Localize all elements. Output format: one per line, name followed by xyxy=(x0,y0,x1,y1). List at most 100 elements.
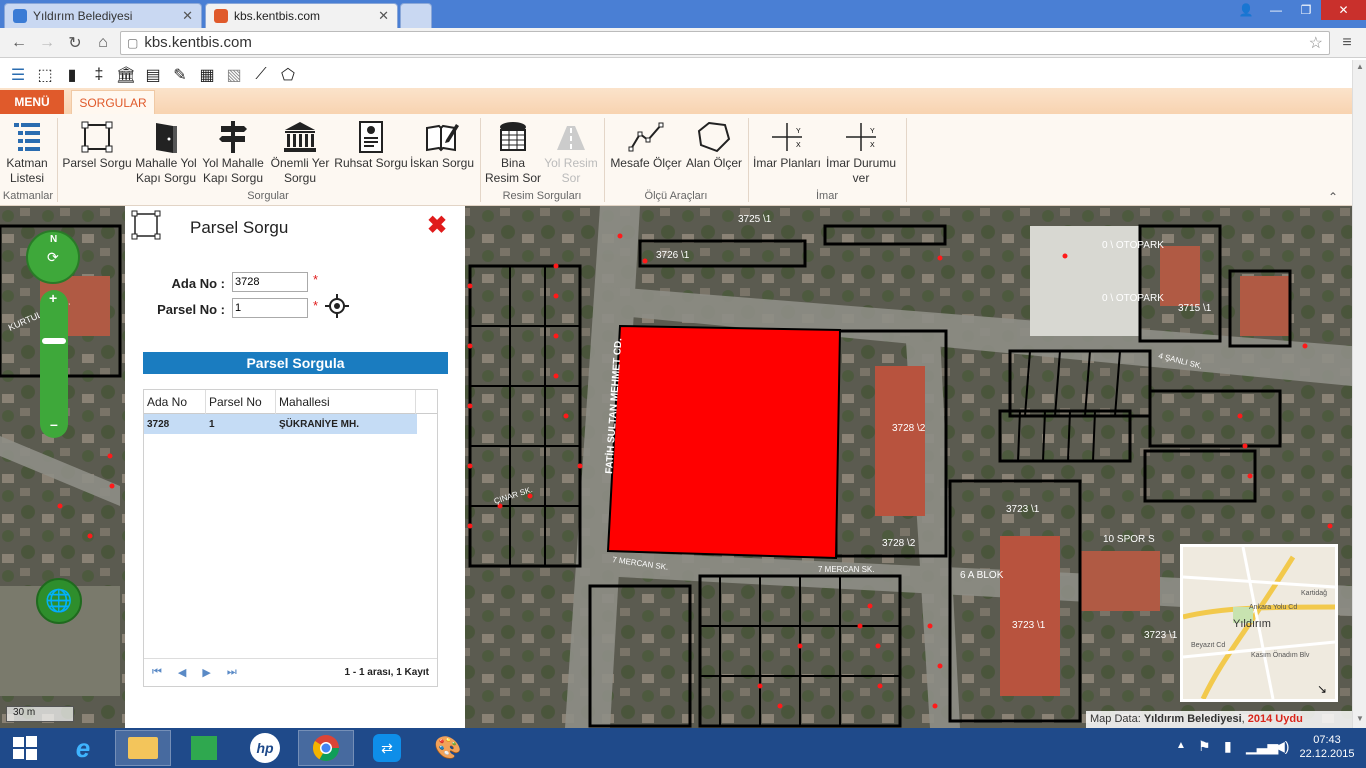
area-measure-button[interactable]: Alan Ölçer xyxy=(684,118,744,171)
layers-list-button[interactable]: Katman Listesi xyxy=(2,118,52,186)
next-page-icon[interactable]: ▶ xyxy=(202,666,210,679)
door-icon[interactable]: ▮ xyxy=(61,64,83,86)
license-query-button[interactable]: Ruhsat Sorgu xyxy=(334,118,408,171)
page-scrollbar[interactable]: ▲ ▼ xyxy=(1352,60,1366,728)
distance-measure-icon[interactable]: ⟋ xyxy=(250,64,272,86)
url-input[interactable]: ▢ kbs.kentbis.com ☆ xyxy=(120,30,1330,55)
neighborhood-road-door-query-button[interactable]: Mahalle Yol Kapı Sorgu xyxy=(133,118,199,186)
browser-tab-yildirim[interactable]: Yıldırım Belediyesi ✕ xyxy=(4,3,202,28)
group-label: Sorgular xyxy=(247,190,289,202)
url-text: kbs.kentbis.com xyxy=(144,34,252,51)
parcel-label: 3723 \1 xyxy=(1012,620,1046,631)
map-zoom-slider[interactable]: + – xyxy=(40,290,68,438)
teamviewer-icon[interactable]: ⇄ xyxy=(359,730,415,766)
parcel-label: 6 A BLOK xyxy=(960,570,1004,581)
parcel-label: 3728 \2 xyxy=(892,423,926,434)
minimap-canvas: Yıldırım Ankara Yolu Cd Kasım Önadım Blv… xyxy=(1182,546,1336,701)
zoom-in-icon[interactable]: + xyxy=(49,290,57,306)
ada-no-input[interactable] xyxy=(232,272,308,292)
previous-page-icon[interactable]: ◀ xyxy=(178,666,186,679)
zoning-status-button[interactable]: YX İmar Durumu ver xyxy=(822,118,900,186)
tab-close-icon[interactable]: ✕ xyxy=(378,8,389,24)
start-button[interactable] xyxy=(0,730,50,766)
globe-icon[interactable]: 🌐 xyxy=(36,578,82,624)
locate-target-icon[interactable] xyxy=(325,294,349,321)
tab-close-icon[interactable]: ✕ xyxy=(182,8,193,24)
forward-icon[interactable]: → xyxy=(36,32,58,54)
parcel-query-button[interactable]: Parsel Sorgu xyxy=(62,118,132,171)
landmark-icon xyxy=(283,118,317,156)
book-pen-icon xyxy=(425,118,459,156)
parsel-no-input[interactable] xyxy=(232,298,308,318)
bookmark-star-icon[interactable]: ☆ xyxy=(1309,33,1323,53)
close-window-button[interactable]: ✕ xyxy=(1321,0,1366,20)
zoning-plan-icon: YX xyxy=(770,118,804,156)
table-row[interactable]: 3728 1 ŞÜKRANİYE MH. xyxy=(144,414,417,434)
last-page-icon[interactable]: ⏭ xyxy=(227,666,237,679)
tab-sorgular[interactable]: SORGULAR xyxy=(71,90,155,114)
show-hidden-icons-icon[interactable]: ▲ xyxy=(1176,740,1186,751)
hp-icon[interactable]: hp xyxy=(237,730,293,766)
column-header-parsel[interactable]: Parsel No xyxy=(206,389,276,414)
close-icon[interactable]: ✖ xyxy=(427,214,447,238)
rotate-icon[interactable]: ⟳ xyxy=(47,249,59,266)
road-image-icon[interactable]: ▧ xyxy=(223,64,245,86)
street-label: 7 MERCAN SK. xyxy=(818,565,874,574)
overview-minimap[interactable]: Yıldırım Ankara Yolu Cd Kasım Önadım Blv… xyxy=(1180,544,1338,702)
home-icon[interactable]: ⌂ xyxy=(92,32,114,54)
scroll-up-icon[interactable]: ▲ xyxy=(1356,62,1364,71)
parcel-query-submit-button[interactable]: Parsel Sorgula xyxy=(143,352,448,374)
minimap-label: Yıldırım xyxy=(1233,618,1271,630)
browser-tab-kentbis[interactable]: kbs.kentbis.com ✕ xyxy=(205,3,398,28)
landmark-icon[interactable]: 🏛 xyxy=(115,64,137,86)
flag-icon[interactable]: ⚑ xyxy=(1198,738,1211,755)
occupancy-query-button[interactable]: İskan Sorgu xyxy=(409,118,475,171)
first-page-icon[interactable]: ⏮ xyxy=(152,666,162,679)
chrome-icon[interactable] xyxy=(298,730,354,766)
file-explorer-icon[interactable] xyxy=(115,730,171,766)
grid-header: Ada No Parsel No Mahallesi xyxy=(144,389,437,414)
building-image-query-button[interactable]: Bina Resim Sor xyxy=(484,118,542,186)
internet-explorer-icon[interactable]: e xyxy=(55,730,111,766)
column-header-mahalle[interactable]: Mahallesi xyxy=(276,389,416,414)
store-icon[interactable] xyxy=(176,730,232,766)
book-pen-icon[interactable]: ✎ xyxy=(169,64,191,86)
address-bar-row: ← → ↻ ⌂ ▢ kbs.kentbis.com ☆ ≡ xyxy=(0,28,1366,58)
zoning-plans-button[interactable]: YX İmar Planları xyxy=(752,118,822,171)
road-neighborhood-door-query-button[interactable]: Yol Mahalle Kapı Sorgu xyxy=(200,118,266,186)
layers-list-icon[interactable]: ☰ xyxy=(7,64,29,86)
chrome-menu-icon[interactable]: ≡ xyxy=(1336,32,1358,54)
minimap-label: Kartidağ xyxy=(1301,590,1327,597)
paint-icon[interactable]: 🎨 xyxy=(420,730,476,766)
cell-ada: 3728 xyxy=(147,418,170,430)
battery-icon[interactable]: ▮ xyxy=(1224,738,1232,755)
distance-measure-icon xyxy=(628,118,664,156)
restore-button[interactable]: ❐ xyxy=(1291,0,1321,20)
parcel-select-icon[interactable]: ⬚ xyxy=(34,64,56,86)
reload-icon[interactable]: ↻ xyxy=(64,32,86,54)
zoom-out-icon[interactable]: – xyxy=(50,416,58,432)
scroll-down-icon[interactable]: ▼ xyxy=(1356,714,1364,723)
landmark-query-button[interactable]: Önemli Yer Sorgu xyxy=(267,118,333,186)
system-clock[interactable]: 07:43 22.12.2015 xyxy=(1296,733,1358,761)
building-image-icon[interactable]: ▦ xyxy=(196,64,218,86)
back-icon[interactable]: ← xyxy=(8,32,30,54)
distance-measure-button[interactable]: Mesafe Ölçer xyxy=(608,118,684,171)
ada-no-label: Ada No : xyxy=(171,276,225,291)
area-measure-icon[interactable]: ⬠ xyxy=(277,64,299,86)
volume-icon[interactable]: ◀) xyxy=(1274,738,1289,755)
required-mark: * xyxy=(313,298,319,313)
new-tab-button[interactable] xyxy=(400,3,432,28)
minimize-button[interactable]: — xyxy=(1261,0,1291,20)
signpost-icon xyxy=(218,118,248,156)
group-label: Katmanlar xyxy=(2,190,54,202)
signpost-icon[interactable]: ‡ xyxy=(88,64,110,86)
zoom-slider-thumb[interactable] xyxy=(42,338,66,344)
license-doc-icon[interactable]: ▤ xyxy=(142,64,164,86)
menu-button[interactable]: MENÜ xyxy=(0,90,64,114)
map-pan-control[interactable]: N ⟳ xyxy=(26,230,80,284)
user-profile-icon[interactable]: 👤 xyxy=(1231,0,1261,20)
collapse-ribbon-icon[interactable]: ⌃ xyxy=(1328,190,1338,204)
ribbon: Katman Listesi Katmanlar Parsel Sorgu Ma… xyxy=(0,114,1352,206)
column-header-ada[interactable]: Ada No xyxy=(144,389,206,414)
